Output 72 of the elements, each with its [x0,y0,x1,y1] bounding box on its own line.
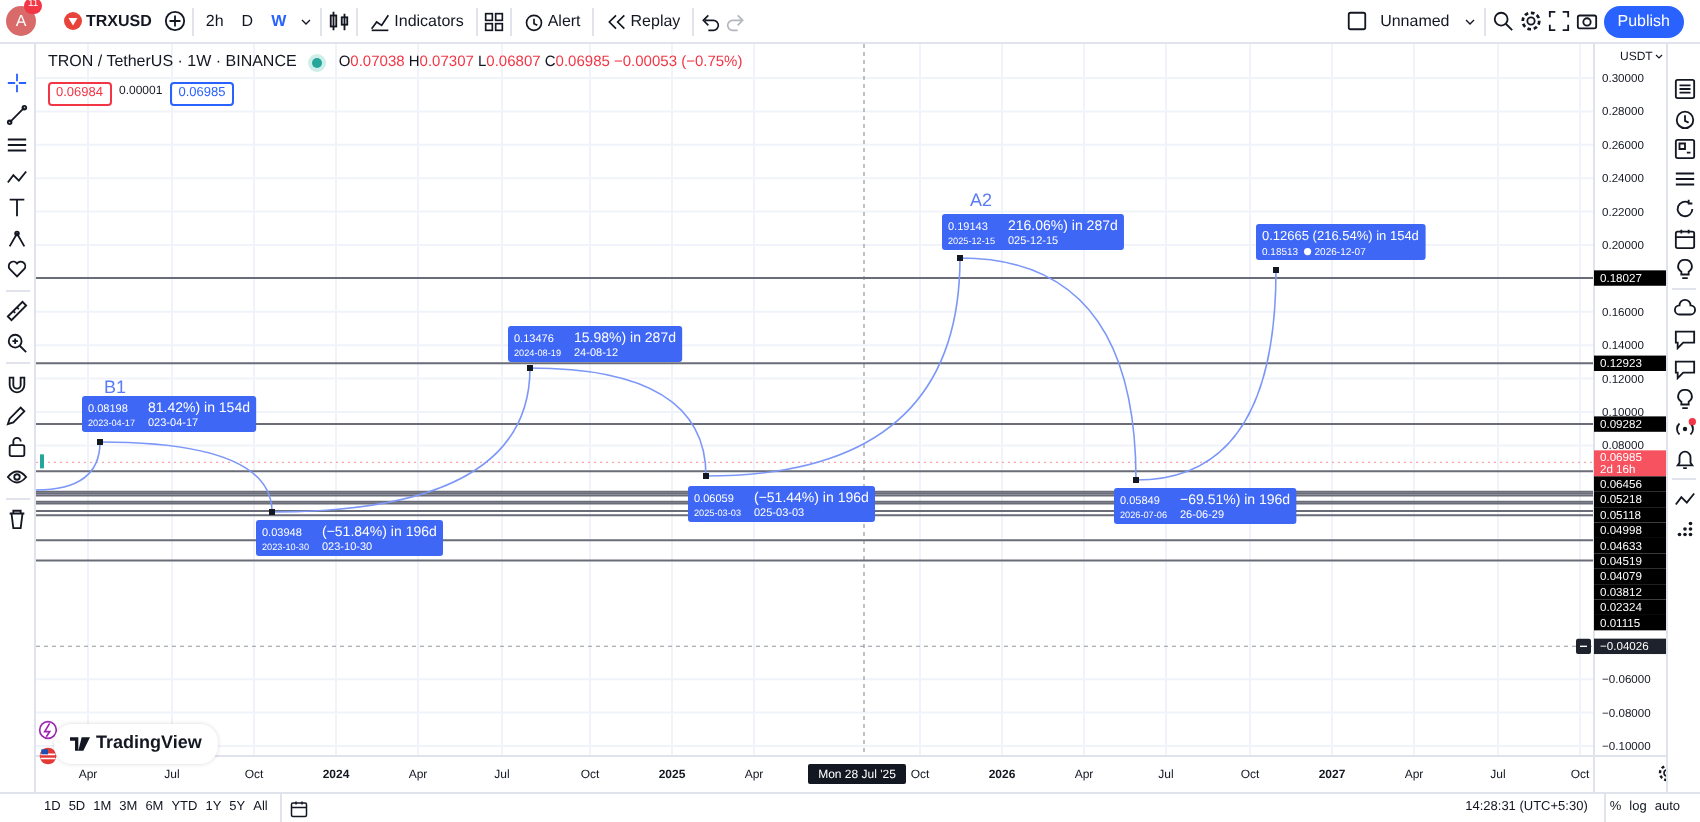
magnet-icon[interactable] [6,373,28,395]
anchor-point [703,473,709,479]
grid-icon[interactable] [483,11,504,31]
fullscreen-icon[interactable] [1547,10,1570,32]
calendar-icon[interactable] [1673,228,1695,250]
interval-button[interactable]: 2h [199,11,230,31]
list-icon[interactable] [1673,78,1695,100]
list-icon[interactable] [1673,168,1695,190]
logo-icon [70,733,90,754]
calendar-icon[interactable] [289,799,308,817]
zigzag-icon[interactable] [6,165,28,187]
alarm-clock-icon[interactable] [1673,108,1695,130]
chart-line-icon [370,11,391,31]
light-bulb-icon[interactable] [1673,258,1695,280]
market-status-dot [312,57,323,67]
caret-icon [1655,54,1663,59]
refresh-icon[interactable] [1673,198,1695,220]
settings-icon[interactable] [1519,10,1542,32]
flag-icon[interactable] [38,746,58,766]
wave-label: A2 [970,190,993,210]
chat-icon[interactable] [1673,358,1695,380]
zoom-in-icon[interactable] [6,331,28,353]
document-icon[interactable] [1673,138,1695,160]
interval-button[interactable]: W [265,11,293,31]
alarm-clock-icon [523,11,544,31]
layout-name-button[interactable]: Unnamed [1374,11,1456,31]
toolbar-button[interactable]: Replay [600,9,687,33]
minus-icon [1576,638,1591,655]
anchor-point [269,509,275,515]
camera-icon[interactable] [1575,10,1598,32]
pencil-icon[interactable] [6,404,28,426]
eye-icon[interactable] [6,466,28,488]
ruler-icon[interactable] [6,300,28,322]
lines-icon[interactable] [6,134,28,156]
undo-icon[interactable] [700,11,721,31]
candles-icon[interactable] [328,10,351,32]
lightning-icon[interactable] [38,720,58,740]
dots-icon[interactable] [1673,518,1695,540]
symbol-search[interactable]: TRXUSD [58,10,158,32]
publish-button[interactable]: Publish [1603,5,1684,37]
zigzag-icon[interactable] [1673,488,1695,510]
lock-icon[interactable] [6,435,28,457]
chat-icon[interactable] [1673,328,1695,350]
symbol-title: TRON / TetherUS · 1W · BINANCE [48,50,297,74]
cloud-icon[interactable] [1673,298,1695,320]
text-icon[interactable] [6,196,28,218]
crosshair-time-tag [808,764,906,784]
light-bulb-icon[interactable] [1673,388,1695,410]
interval-button[interactable]: D [235,11,260,31]
broadcast-icon[interactable] [1673,418,1695,440]
coin-logo-icon [64,12,82,30]
bell-icon[interactable] [1673,448,1695,470]
search-icon[interactable] [1491,10,1514,32]
trash-icon[interactable] [6,508,28,530]
heart-icon[interactable] [6,258,28,280]
anchor-point [527,365,533,371]
anchor-point [957,255,963,261]
anchor-point [97,439,103,445]
toolbar-button[interactable]: Alert [517,9,587,33]
settings-icon[interactable] [1658,764,1666,782]
toolbar-button[interactable]: Indicators [364,9,470,33]
current-price-tag [1594,450,1666,477]
crosshair-icon[interactable] [6,72,28,94]
anchor-point [1273,267,1279,273]
add-symbol-icon[interactable] [163,10,186,32]
square-icon[interactable] [1346,10,1369,32]
wave-label: B1 [104,377,127,397]
anchor-point [1133,477,1139,483]
trend-line-icon[interactable] [6,103,28,125]
rewind-icon [606,11,627,31]
brand-logo[interactable]: TradingView [54,724,218,763]
pattern-icon[interactable] [6,227,28,249]
